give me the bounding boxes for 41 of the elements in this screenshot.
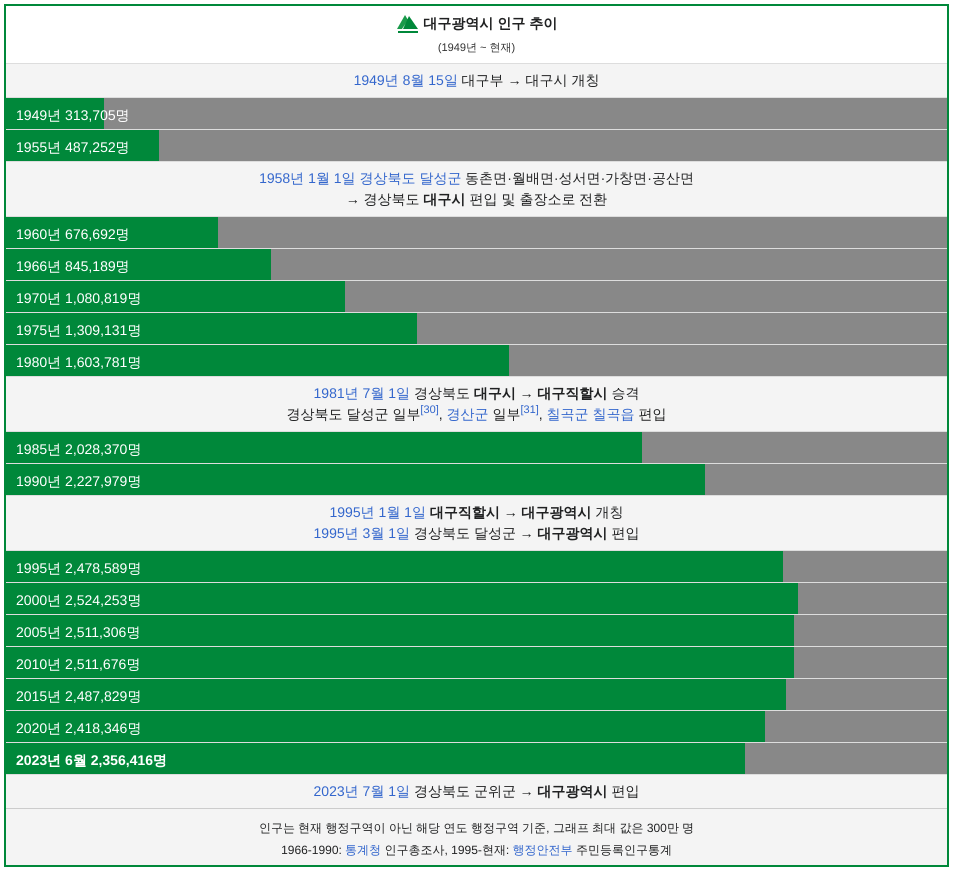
bar-label: 1995년 2,478,589명 (16, 558, 142, 578)
link[interactable]: 1958년 1월 1일 (259, 170, 356, 186)
event-text: 1995년 3월 1일 경상북도 달성군 → 대구광역시 편입 (312, 524, 640, 542)
event-text: 1949년 8월 15일 대구부 → 대구시 개칭 (352, 70, 600, 90)
bar-label: 1985년 2,028,370명 (16, 440, 142, 458)
subtitle: (1949년 ~ 현재) (436, 41, 516, 56)
link[interactable]: 경상북도 달성군 (359, 170, 462, 186)
link[interactable]: 2023년 7월 1일 (314, 782, 410, 798)
link[interactable]: 1981년 7월 1일 (314, 384, 410, 400)
table-title: 대구광역시 인구 추이 (424, 14, 558, 32)
footnote-text: 인구는 현재 행정구역이 아닌 해당 연도 행정구역 기준, 그래프 최대 값은 300만 명 (258, 820, 696, 836)
bar-label: 2020년 2,418,346명 (16, 718, 142, 738)
bar-label: 1960년 676,692명 (16, 224, 130, 244)
event-text: 2023년 7월 1일 경상북도 군위군 → 대구광역시 편입 (312, 782, 640, 800)
bar-label: 1980년 1,603,781명 (16, 352, 142, 372)
link[interactable]: 칠곡군 칠곡읍 (546, 406, 634, 422)
bar-label: 1966년 845,189명 (16, 256, 130, 276)
event-text: 1995년 1월 1일 대구직할시 → 대구광역시 개칭 (328, 502, 625, 522)
footnote-text: 1966-1990: 통계청 인구총조사, 1995-현재: 행정안전부 주민등록인구통계 (280, 842, 673, 858)
bar-label: 2010년 2,511,676명 (16, 654, 140, 674)
event-text: 경상북도 달성군 일부$^{[30]}$, 경산군 일부$^{[31]}$, 칠곡군 칠곡읍 편입 (286, 404, 668, 424)
link[interactable]: 1995년 1월 1일 (329, 504, 426, 520)
bar-label: 2023년 6월 2,356,416명 (16, 750, 167, 770)
event-text: → 경상북도 대구시 편입 및 출장소로 전환 (344, 190, 608, 208)
link[interactable]: 통계청 (345, 842, 382, 856)
link[interactable]: 1995년 3월 1일 (314, 524, 410, 540)
bar-label: 1955년 487,252명 (16, 138, 130, 156)
bar-label: 2005년 2,511,306명 (16, 622, 140, 642)
bar-label: 1949년 313,705명 (16, 106, 130, 124)
bar-label: 2000년 2,524,253명 (16, 590, 142, 610)
bar-label: 1990년 2,227,979명 (16, 472, 142, 490)
reference-link[interactable]: [30] (420, 404, 439, 416)
link[interactable]: 행정안전부 (512, 842, 573, 856)
event-text: 1981년 7월 1일 경상북도 대구시 → 대구직할시 승격 (312, 384, 640, 402)
bar-label: 2015년 2,487,829명 (16, 686, 142, 706)
link[interactable]: 경산군 (446, 406, 489, 422)
bar-label: 1970년 1,080,819명 (16, 288, 142, 308)
link[interactable]: 1949년 8월 15일 (354, 72, 458, 88)
event-text: 1958년 1월 1일 경상북도 달성군 동촌면·월배면·성서면·가창면·공산면 (258, 168, 695, 188)
reference-link[interactable]: [31] (520, 404, 539, 416)
bar-label: 1975년 1,309,131명 (16, 320, 142, 340)
